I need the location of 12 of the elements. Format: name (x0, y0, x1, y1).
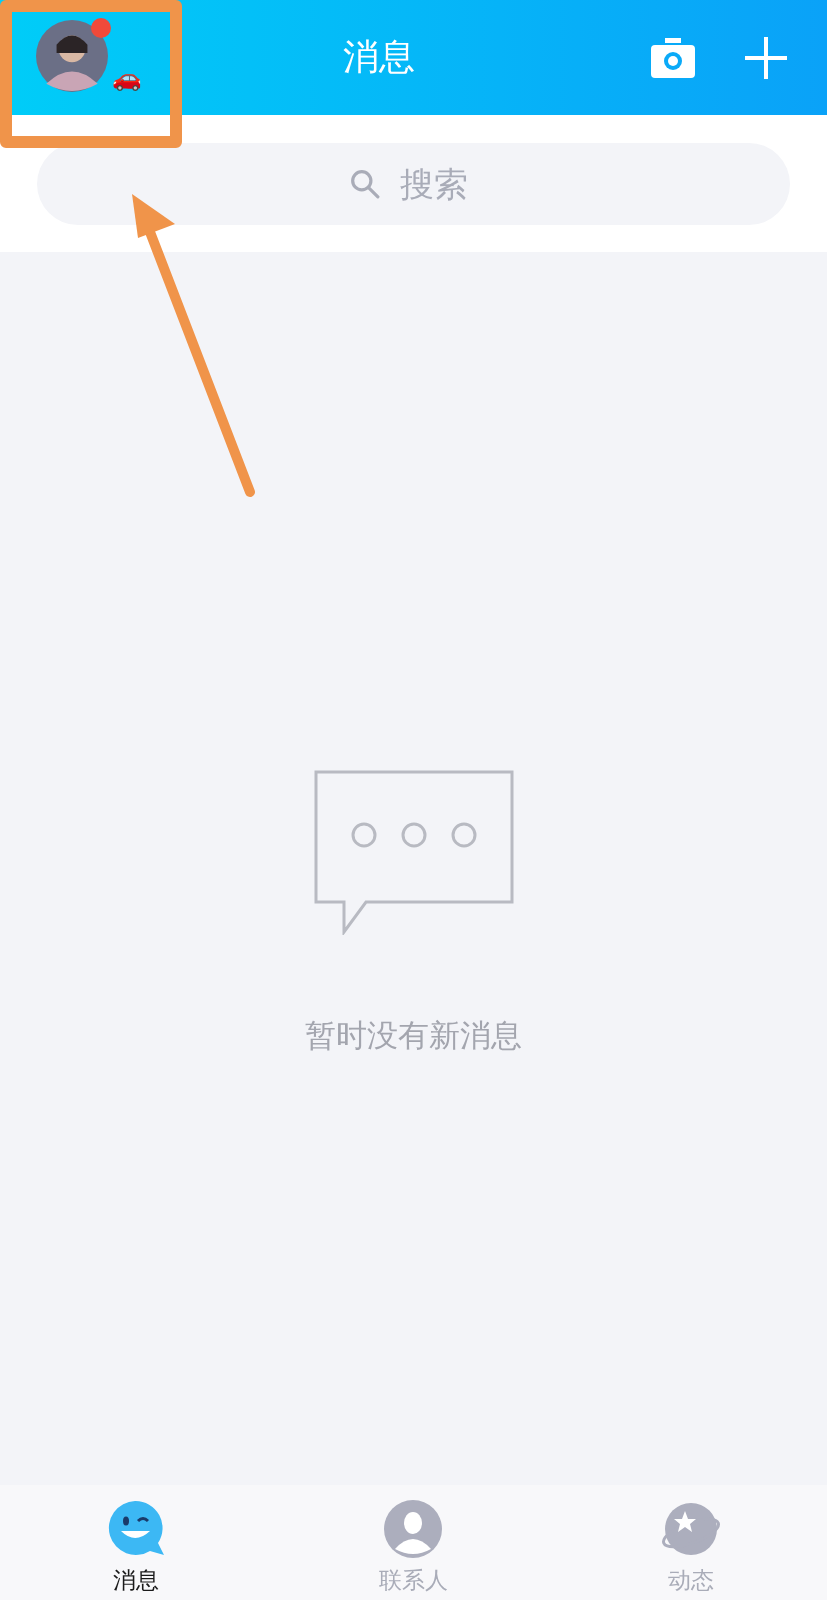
tab[interactable]: 消息 (86, 1485, 187, 1600)
avatar[interactable] (36, 19, 108, 92)
tab[interactable]: 动态 (640, 1485, 741, 1600)
person-icon (383, 1499, 444, 1559)
camera-icon[interactable] (651, 37, 695, 78)
search-field[interactable]: 搜索 (37, 142, 790, 225)
add-icon[interactable] (745, 36, 787, 79)
page-title: 消息 (341, 35, 416, 79)
chat-bubble-icon (313, 770, 514, 935)
tab[interactable]: 联系人 (359, 1485, 468, 1600)
status-emoji: 🚗 (112, 65, 142, 90)
empty-message: 暂时没有新消息 (305, 1016, 522, 1055)
